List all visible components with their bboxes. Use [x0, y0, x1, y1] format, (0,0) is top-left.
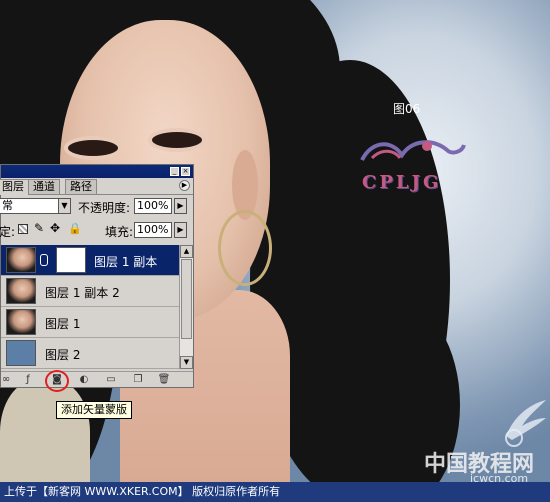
layer-thumbnail[interactable] — [6, 278, 36, 304]
fill-arrow-icon[interactable]: ▶ — [174, 222, 187, 238]
opacity-arrow-icon[interactable]: ▶ — [174, 198, 187, 214]
tab-channels[interactable]: 通道 — [28, 179, 60, 194]
fill-input[interactable]: 100% — [134, 222, 172, 238]
logo-text: CPLJG — [362, 172, 442, 193]
tab-paths[interactable]: 路径 — [65, 179, 97, 194]
new-layer-icon[interactable]: ❐ — [131, 373, 145, 387]
layer-thumbnail[interactable] — [6, 309, 36, 335]
trash-icon[interactable]: 🗑 — [157, 373, 171, 387]
blend-mode-value: 常 — [2, 199, 13, 212]
layer-row[interactable]: 图层 2 — [1, 338, 179, 369]
scroll-up-icon[interactable]: ▲ — [180, 245, 193, 258]
footer-bar: 上传于【新客网 WWW.XKER.COM】 版权归原作者所有 — [0, 482, 550, 502]
opacity-input[interactable]: 100% — [134, 198, 172, 214]
opacity-label: 不透明度: — [78, 201, 131, 215]
logo-ornament — [360, 140, 466, 162]
panel-bottom-toolbar: ∞ ƒ ◙ ◐ ▭ ❐ 🗑 — [1, 371, 193, 388]
layer-name: 图层 2 — [45, 348, 81, 362]
layer-name: 图层 1 副本 — [94, 255, 158, 269]
layer-scrollbar[interactable]: ▲ ▼ — [179, 245, 193, 369]
lock-transparent-icon[interactable] — [18, 224, 28, 234]
wing-logo — [505, 400, 546, 447]
layer-name: 图层 1 副本 2 — [45, 286, 120, 300]
panel-tabs: 图层 通道 路径 ▶ — [0, 178, 193, 195]
lock-all-icon[interactable]: 🔒 — [68, 222, 82, 235]
scroll-thumb[interactable] — [181, 259, 192, 339]
layer-style-icon[interactable]: ƒ — [21, 373, 35, 387]
minimize-button[interactable]: _ — [170, 167, 179, 176]
chevron-down-icon[interactable]: ▼ — [58, 198, 71, 214]
layer-row[interactable]: 图层 1 副本 — [1, 245, 179, 276]
link-layers-icon[interactable]: ∞ — [0, 373, 13, 387]
lock-move-icon[interactable]: ✥ — [50, 221, 60, 235]
lock-label: 定: — [0, 225, 16, 239]
logo: CPLJG — [352, 130, 470, 210]
layer-mask-thumbnail[interactable] — [56, 247, 86, 273]
right-eye — [152, 132, 202, 148]
fill-label: 填充: — [105, 225, 134, 239]
scroll-down-icon[interactable]: ▼ — [180, 356, 193, 369]
adjustment-layer-icon[interactable]: ◐ — [77, 373, 91, 387]
panel-menu-icon[interactable]: ▶ — [179, 180, 190, 191]
layer-row[interactable]: 图层 1 — [1, 307, 179, 338]
link-icon[interactable] — [40, 254, 48, 266]
panel-titlebar[interactable]: _ × — [1, 165, 193, 178]
layer-thumbnail[interactable] — [6, 247, 36, 273]
earring — [218, 210, 272, 286]
layer-row[interactable]: 图层 1 副本 2 — [1, 276, 179, 307]
close-button[interactable]: × — [181, 167, 190, 176]
highlight-circle — [45, 370, 69, 392]
layers-panel: _ × 图层 通道 路径 ▶ 常 ▼ 不透明度: 100% ▶ 定: ✎ ✥ 🔒… — [0, 164, 194, 388]
lock-paint-icon[interactable]: ✎ — [34, 221, 44, 235]
layer-list: 图层 1 副本 图层 1 副本 2 图层 1 图层 2 — [1, 245, 179, 369]
footer-text: 上传于【新客网 WWW.XKER.COM】 版权归原作者所有 — [4, 485, 281, 498]
left-eye — [68, 140, 118, 156]
new-group-icon[interactable]: ▭ — [104, 373, 118, 387]
tooltip: 添加矢量蒙版 — [56, 401, 132, 419]
blend-row: 常 ▼ 不透明度: 100% ▶ — [0, 196, 195, 218]
figure-label: 图06 — [393, 102, 421, 116]
layer-name: 图层 1 — [45, 317, 81, 331]
layer-thumbnail[interactable] — [6, 340, 36, 366]
lock-row: 定: ✎ ✥ 🔒 填充: 100% ▶ — [0, 220, 195, 242]
tab-layers[interactable]: 图层 — [0, 179, 29, 195]
